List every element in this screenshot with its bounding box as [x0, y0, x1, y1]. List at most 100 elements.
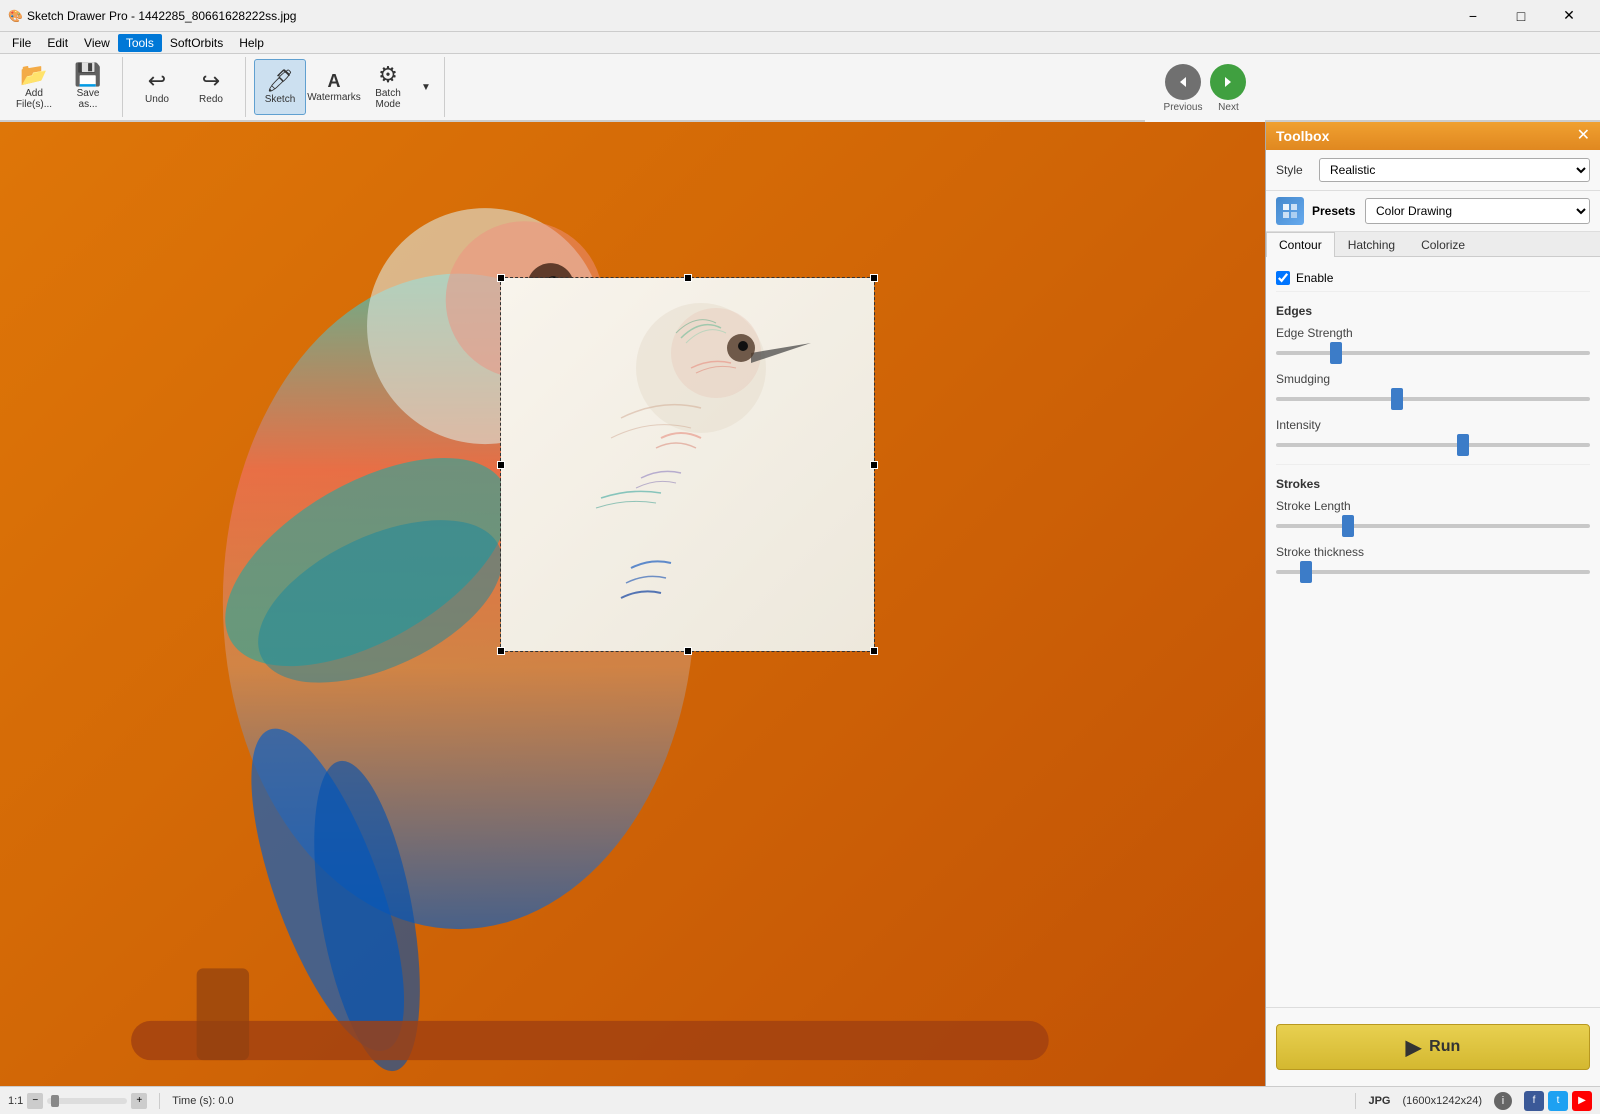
edges-section-header: Edges	[1276, 300, 1590, 326]
titlebar: 🎨 Sketch Drawer Pro - 1442285_8066162822…	[0, 0, 1600, 32]
run-icon: ▶	[1406, 1035, 1421, 1060]
toolbar-tools-group: 🖊 Sketch A Watermarks ⚙ BatchMode ▼	[254, 57, 445, 117]
style-row: Style Realistic Simple Complex	[1266, 150, 1600, 191]
toolbar: 📂 AddFile(s)... 💾 Saveas... ↩ Undo ↪ Red…	[0, 54, 1600, 122]
batch-mode-label: BatchMode	[375, 88, 401, 110]
next-icon	[1221, 75, 1235, 89]
zoom-in-button[interactable]: +	[131, 1093, 147, 1109]
batch-mode-icon: ⚙	[378, 64, 398, 86]
run-area: ▶ Run	[1266, 1007, 1600, 1086]
intensity-label: Intensity	[1276, 418, 1590, 432]
zoom-controls: 1:1 − +	[8, 1093, 147, 1109]
save-as-button[interactable]: 💾 Saveas...	[62, 59, 114, 115]
next-label: Next	[1218, 102, 1239, 113]
enable-checkbox[interactable]	[1276, 271, 1290, 285]
stroke-length-slider[interactable]	[1276, 524, 1590, 528]
maximize-button[interactable]: □	[1498, 0, 1544, 32]
presets-label: Presets	[1312, 204, 1357, 218]
stroke-thickness-label: Stroke thickness	[1276, 545, 1590, 559]
main-area: Toolbox ✕ Style Realistic Simple Complex…	[0, 122, 1600, 1086]
presets-row: Presets Color Drawing Pencil Sketch Char…	[1266, 191, 1600, 232]
add-files-label: AddFile(s)...	[16, 88, 52, 110]
twitter-button[interactable]: t	[1548, 1091, 1568, 1111]
style-select[interactable]: Realistic Simple Complex	[1319, 158, 1590, 182]
zoom-label: 1:1	[8, 1095, 23, 1107]
status-separator-1	[159, 1093, 160, 1109]
redo-icon: ↪	[202, 70, 220, 92]
menu-help[interactable]: Help	[231, 34, 272, 52]
previous-icon	[1176, 75, 1190, 89]
save-label: Saveas...	[77, 88, 100, 110]
menubar: File Edit View Tools SoftOrbits Help	[0, 32, 1600, 54]
facebook-button[interactable]: f	[1524, 1091, 1544, 1111]
toolbar-edit-group: ↩ Undo ↪ Redo	[131, 57, 246, 117]
batch-mode-button[interactable]: ⚙ BatchMode	[362, 59, 414, 115]
toolbox-title: Toolbox	[1276, 128, 1329, 144]
statusbar: 1:1 − + Time (s): 0.0 JPG (1600x1242x24)…	[0, 1086, 1600, 1114]
strokes-section: Strokes Stroke Length Stroke thickness	[1276, 464, 1590, 577]
enable-label: Enable	[1296, 271, 1333, 285]
youtube-button[interactable]: ▶	[1572, 1091, 1592, 1111]
menu-file[interactable]: File	[4, 34, 39, 52]
nav-buttons-area: Previous Next	[1145, 54, 1265, 122]
tab-contour[interactable]: Contour	[1266, 232, 1335, 257]
strokes-section-header: Strokes	[1276, 473, 1590, 499]
window-controls: − □ ✕	[1450, 0, 1592, 32]
watermarks-label: Watermarks	[307, 92, 361, 103]
presets-select[interactable]: Color Drawing Pencil Sketch Charcoal Wat…	[1365, 198, 1590, 224]
undo-button[interactable]: ↩ Undo	[131, 59, 183, 115]
previous-label: Previous	[1164, 102, 1203, 113]
toolbox-header: Toolbox ✕	[1266, 122, 1600, 150]
redo-label: Redo	[199, 94, 223, 105]
app-title: Sketch Drawer Pro - 1442285_80661628222s…	[27, 9, 1450, 23]
previous-button[interactable]	[1165, 64, 1201, 100]
sketch-button[interactable]: 🖊 Sketch	[254, 59, 306, 115]
sketch-lines-svg	[501, 278, 874, 651]
stroke-thickness-slider[interactable]	[1276, 570, 1590, 574]
next-button[interactable]	[1210, 64, 1246, 100]
sketch-label: Sketch	[265, 94, 296, 105]
presets-icon	[1276, 197, 1304, 225]
edge-strength-group: Edge Strength	[1276, 326, 1590, 358]
run-button[interactable]: ▶ Run	[1276, 1024, 1590, 1070]
add-files-button[interactable]: 📂 AddFile(s)...	[8, 59, 60, 115]
next-nav-group: Next	[1210, 64, 1246, 113]
zoom-out-button[interactable]: −	[27, 1093, 43, 1109]
add-files-icon: 📂	[20, 64, 47, 86]
intensity-slider[interactable]	[1276, 443, 1590, 447]
style-label: Style	[1276, 163, 1311, 177]
toolbox-close-button[interactable]: ✕	[1577, 128, 1590, 144]
status-separator-2	[1355, 1093, 1356, 1109]
canvas-area[interactable]	[0, 122, 1265, 1086]
redo-button[interactable]: ↪ Redo	[185, 59, 237, 115]
info-button[interactable]: i	[1494, 1092, 1512, 1110]
tab-hatching[interactable]: Hatching	[1335, 232, 1408, 257]
toolbar-file-group: 📂 AddFile(s)... 💾 Saveas...	[8, 57, 123, 117]
tab-colorize[interactable]: Colorize	[1408, 232, 1478, 257]
smudging-slider[interactable]	[1276, 397, 1590, 401]
enable-row: Enable	[1276, 265, 1590, 292]
status-time: Time (s): 0.0	[172, 1095, 1343, 1107]
more-button[interactable]: ▼	[416, 59, 436, 115]
minimize-button[interactable]: −	[1450, 0, 1496, 32]
stroke-length-group: Stroke Length	[1276, 499, 1590, 531]
tab-content-contour: Enable Edges Edge Strength Smudging Inte…	[1266, 257, 1600, 640]
menu-edit[interactable]: Edit	[39, 34, 76, 52]
menu-softorbits[interactable]: SoftOrbits	[162, 34, 231, 52]
social-buttons: f t ▶	[1524, 1091, 1592, 1111]
close-button[interactable]: ✕	[1546, 0, 1592, 32]
stroke-length-label: Stroke Length	[1276, 499, 1590, 513]
watermarks-button[interactable]: A Watermarks	[308, 59, 360, 115]
sketch-preview	[501, 278, 874, 651]
undo-icon: ↩	[148, 70, 166, 92]
menu-tools[interactable]: Tools	[118, 34, 162, 52]
status-dimensions: (1600x1242x24)	[1402, 1095, 1482, 1107]
app-icon: 🎨	[8, 9, 23, 23]
sketch-icon: 🖊	[266, 70, 294, 92]
stroke-thickness-group: Stroke thickness	[1276, 545, 1590, 577]
edge-strength-slider[interactable]	[1276, 351, 1590, 355]
status-format: JPG	[1368, 1095, 1390, 1107]
zoom-track	[47, 1098, 127, 1104]
zoom-thumb[interactable]	[51, 1095, 59, 1107]
menu-view[interactable]: View	[76, 34, 118, 52]
